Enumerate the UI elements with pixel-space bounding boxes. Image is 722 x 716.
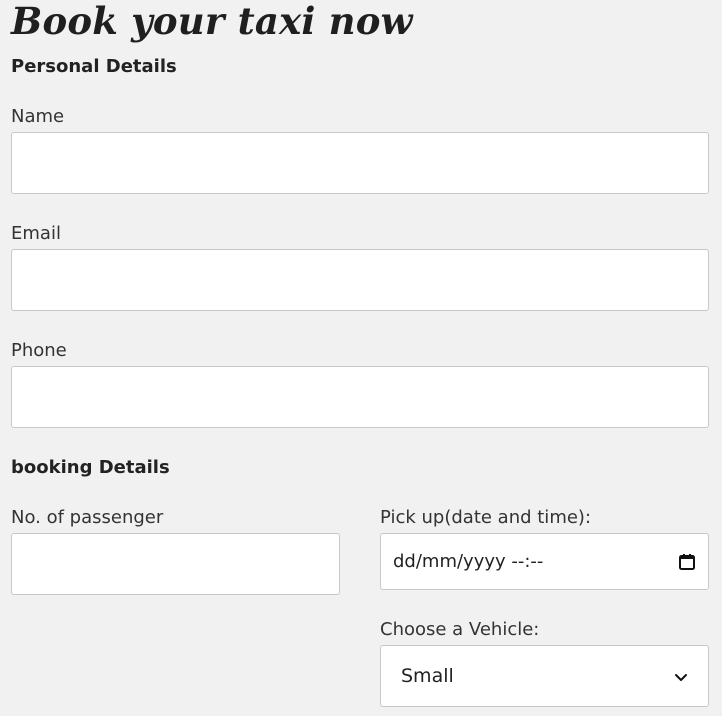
name-input[interactable] [11,132,709,194]
calendar-icon[interactable] [678,553,696,571]
vehicle-selected-value: Small [401,665,454,687]
phone-label: Phone [11,340,67,361]
email-input[interactable] [11,249,709,311]
booking-form-page: Book your taxi now Personal Details Name… [0,0,722,716]
name-label: Name [11,106,65,127]
pickup-datetime-input[interactable]: dd/mm/yyyy --:-- [380,533,709,590]
vehicle-label: Choose a Vehicle: [380,619,540,640]
pickup-datetime-placeholder: dd/mm/yyyy --:-- [393,551,544,572]
phone-input[interactable] [11,366,709,428]
passenger-count-label: No. of passenger [11,507,164,528]
vehicle-select[interactable]: Small [380,645,709,707]
email-label: Email [11,223,61,244]
passenger-count-input[interactable] [11,533,340,595]
personal-details-heading: Personal Details [11,56,177,77]
page-title: Book your taxi now [11,0,413,43]
chevron-down-icon [674,669,688,683]
pickup-label: Pick up(date and time): [380,507,592,528]
booking-details-heading: booking Details [11,457,170,478]
